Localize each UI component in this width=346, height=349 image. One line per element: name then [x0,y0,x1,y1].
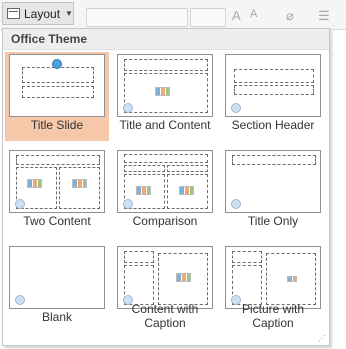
layout-blank[interactable]: Blank [5,244,109,333]
layout-label: Comparison [132,214,198,228]
layout-label: Content with Caption [131,302,199,330]
text-placeholder [234,85,314,95]
title-placeholder [22,67,94,83]
title-placeholder [16,155,100,165]
layout-button[interactable]: Layout ▼ [2,2,74,25]
globe-icon [123,199,133,209]
left-heading-placeholder [124,165,165,172]
layout-content-with-caption[interactable]: Content with Caption [113,244,217,333]
layout-label: Two Content [23,214,91,228]
globe-icon [231,199,241,209]
layout-label: Section Header [231,118,315,132]
layout-thumbnail [225,54,321,117]
title-placeholder [124,59,208,71]
layout-title-only[interactable]: Title Only [221,148,325,237]
gallery-section-title: Office Theme [3,29,329,50]
bullets-icon[interactable]: ☰ [318,8,330,24]
layout-title-and-content[interactable]: Title and Content [113,52,217,141]
layout-thumbnail [9,246,105,309]
title-placeholder [234,69,314,83]
layout-two-content[interactable]: Two Content [5,148,109,237]
layout-label: Blank [41,310,73,324]
font-size-box[interactable] [190,8,226,27]
picture-icon [136,186,151,195]
layout-title-slide[interactable]: Title Slide [5,52,109,141]
layout-thumbnail [225,150,321,213]
layout-button-label: Layout [24,6,61,21]
layout-thumbnail [117,150,213,213]
layout-picture-with-caption[interactable]: Picture with Caption [221,244,325,333]
chevron-down-icon: ▼ [65,9,73,18]
shrink-font-icon[interactable]: A [250,8,257,20]
layout-thumbnail [225,246,321,309]
title-placeholder [124,154,208,163]
picture-icon [155,87,170,96]
clear-format-icon[interactable]: ⌀ [286,8,294,24]
globe-icon [15,199,25,209]
title-placeholder [232,155,316,165]
font-name-box[interactable] [86,8,188,27]
layout-section-header[interactable]: Section Header [221,52,325,141]
globe-icon [123,103,133,113]
layout-label: Title and Content [119,118,211,132]
picture-icon [27,179,42,188]
picture-icon [72,179,87,188]
layout-comparison[interactable]: Comparison [113,148,217,237]
layout-label: Title Only [247,214,299,228]
title-placeholder [124,251,154,263]
globe-icon [52,59,62,69]
layout-thumbnail [9,150,105,213]
subtitle-placeholder [22,86,94,98]
layout-icon [7,8,20,19]
right-heading-placeholder [167,165,208,172]
picture-icon [176,273,191,282]
picture-icon [287,276,297,282]
resize-grip-icon[interactable]: ⋰ [318,334,326,343]
layout-label: Title Slide [30,118,84,132]
right-content-placeholder [59,167,100,209]
picture-icon [179,186,194,195]
layout-gallery: Office Theme Title Slide Title and Conte… [2,28,330,346]
grow-font-icon[interactable]: A [232,8,241,23]
layout-thumbnail [9,54,105,117]
layout-thumbnail [117,54,213,117]
ribbon-strip: Layout ▼ A A ⌀ ☰ [0,0,346,30]
title-placeholder [232,251,262,263]
globe-icon [231,103,241,113]
layout-label: Picture with Caption [241,302,305,330]
globe-icon [15,295,25,305]
layout-thumbnail [117,246,213,309]
